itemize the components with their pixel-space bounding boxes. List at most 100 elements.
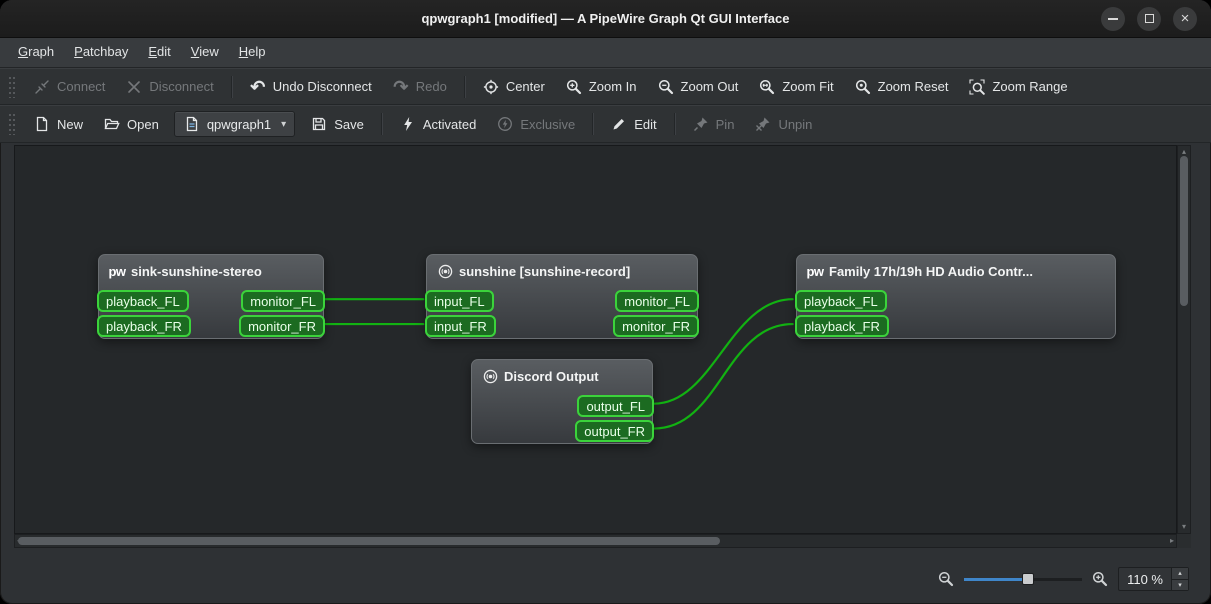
node-sink-sunshine-stereo[interactable]: pw sink-sunshine-stereo playback_FL play…	[97, 254, 325, 339]
port-input-fl[interactable]: input_FL	[425, 290, 494, 312]
port-playback-fr[interactable]: playback_FR	[97, 315, 191, 337]
port-monitor-fl[interactable]: monitor_FL	[241, 290, 325, 312]
edit-button[interactable]: Edit	[601, 111, 665, 137]
maximize-button[interactable]	[1137, 6, 1161, 31]
connect-button[interactable]: Connect	[24, 74, 114, 100]
open-button[interactable]: Open	[94, 111, 168, 137]
zoom-in-icon	[565, 78, 583, 96]
port-input-fr[interactable]: input_FR	[425, 315, 496, 337]
toolbar-drag-handle[interactable]	[8, 75, 16, 98]
port-monitor-fl[interactable]: monitor_FL	[615, 290, 699, 312]
vertical-scrollbar[interactable]: ▴ ▾	[1177, 145, 1191, 534]
zoom-spinbox[interactable]: 110 % ▴ ▾	[1118, 567, 1189, 591]
node-title: Family 17h/19h HD Audio Contr...	[829, 263, 1033, 279]
zoom-out-icon[interactable]	[938, 571, 954, 587]
center-label: Center	[505, 79, 545, 94]
zoom-reset-button[interactable]: Zoom Reset	[845, 74, 958, 100]
center-button[interactable]: Center	[473, 74, 554, 100]
zoom-out-button[interactable]: Zoom Out	[648, 74, 748, 100]
save-button[interactable]: Save	[301, 111, 373, 137]
patchbay-file-icon	[183, 115, 201, 133]
zoom-spin-up-button[interactable]: ▴	[1172, 568, 1188, 579]
node-header: Discord Output	[472, 360, 652, 384]
exclusive-label: Exclusive	[520, 116, 576, 132]
open-label: Open	[127, 116, 159, 132]
port-playback-fr[interactable]: playback_FR	[795, 315, 889, 337]
toolbar-separator	[673, 113, 675, 135]
window-title: qpwgraph1 [modified] — A PipeWire Graph …	[421, 11, 790, 26]
new-label: New	[57, 116, 84, 132]
close-icon: ×	[1180, 10, 1190, 27]
zoom-range-label: Zoom Range	[992, 79, 1068, 94]
port-playback-fl[interactable]: playback_FL	[97, 290, 189, 312]
new-file-icon	[33, 115, 51, 133]
exclusive-button[interactable]: Exclusive	[487, 111, 584, 137]
close-button[interactable]: ×	[1173, 6, 1197, 31]
redo-button[interactable]: ↷ Redo	[383, 74, 456, 100]
scrollbar-corner	[1177, 534, 1191, 548]
undo-disconnect-label: Undo Disconnect	[272, 79, 372, 94]
port-output-fr[interactable]: output_FR	[575, 420, 654, 442]
horizontal-scrollbar-thumb[interactable]	[18, 537, 720, 545]
zoom-slider[interactable]	[964, 571, 1083, 587]
zoom-in-icon[interactable]	[1092, 571, 1108, 587]
zoom-reset-label: Zoom Reset	[877, 79, 949, 94]
toolbar-separator	[230, 75, 232, 98]
scroll-down-icon[interactable]: ▾	[1178, 523, 1190, 531]
zoom-fit-button[interactable]: Zoom Fit	[749, 74, 842, 100]
titlebar[interactable]: qpwgraph1 [modified] — A PipeWire Graph …	[0, 0, 1211, 38]
node-sunshine[interactable]: sunshine [sunshine-record] input_FL inpu…	[425, 254, 699, 339]
unpin-button[interactable]: Unpin	[745, 111, 821, 137]
main-area: pw sink-sunshine-stereo playback_FL play…	[0, 143, 1211, 562]
zoom-fit-label: Zoom Fit	[782, 79, 834, 94]
horizontal-scrollbar[interactable]: ◂ ▸	[14, 534, 1177, 548]
zoom-range-button[interactable]: Zoom Range	[959, 74, 1076, 100]
minimize-button[interactable]	[1101, 6, 1125, 31]
window-controls: ×	[1101, 6, 1197, 31]
redo-icon: ↷	[393, 76, 409, 97]
connections-layer	[324, 298, 794, 430]
node-header: pw sink-sunshine-stereo	[99, 255, 323, 279]
save-label: Save	[334, 116, 364, 132]
scroll-up-icon[interactable]: ▴	[1178, 148, 1190, 156]
pin-button[interactable]: Pin	[683, 111, 744, 137]
unpin-icon	[754, 115, 772, 133]
toolbar-drag-handle[interactable]	[8, 113, 16, 135]
port-monitor-fr[interactable]: monitor_FR	[239, 315, 325, 337]
disconnect-button[interactable]: Disconnect	[116, 74, 222, 100]
toolbar-separator	[463, 75, 465, 98]
patchbay-select-value: qpwgraph1	[206, 116, 272, 132]
zoom-in-button[interactable]: Zoom In	[556, 74, 646, 100]
zoom-in-label: Zoom In	[588, 79, 637, 94]
activated-button[interactable]: Activated	[390, 111, 485, 137]
pipewire-icon: pw	[806, 263, 824, 279]
undo-icon: ↶	[250, 76, 266, 97]
zoom-value[interactable]: 110 %	[1119, 568, 1171, 590]
menu-edit[interactable]: Edit	[138, 38, 180, 67]
pin-label: Pin	[715, 116, 735, 132]
menu-graph[interactable]: Graph	[8, 38, 64, 67]
activated-bolt-icon	[399, 115, 417, 133]
record-icon	[482, 368, 498, 384]
toolbar-separator	[380, 113, 382, 135]
scroll-right-icon[interactable]: ▸	[1170, 537, 1174, 545]
new-button[interactable]: New	[24, 111, 92, 137]
port-playback-fl[interactable]: playback_FL	[795, 290, 887, 312]
zoom-slider-handle[interactable]	[1021, 573, 1034, 585]
menu-patchbay[interactable]: Patchbay	[64, 38, 138, 67]
zoom-spin-down-button[interactable]: ▾	[1172, 579, 1188, 590]
port-output-fl[interactable]: output_FL	[577, 395, 654, 417]
port-monitor-fr[interactable]: monitor_FR	[613, 315, 699, 337]
graph-toolbar: Connect Disconnect ↶ Undo Disconnect ↷ R…	[0, 68, 1211, 105]
node-title: sink-sunshine-stereo	[131, 263, 262, 279]
vertical-scrollbar-thumb[interactable]	[1180, 156, 1188, 306]
menu-help[interactable]: Help	[229, 38, 276, 67]
zoom-out-icon	[657, 78, 675, 96]
graph-canvas[interactable]: pw sink-sunshine-stereo playback_FL play…	[14, 145, 1177, 534]
node-discord-output[interactable]: Discord Output output_FL output_FR	[471, 359, 654, 444]
undo-disconnect-button[interactable]: ↶ Undo Disconnect	[240, 74, 381, 100]
patchbay-select[interactable]: qpwgraph1 ▾	[173, 111, 296, 137]
menu-view[interactable]: View	[181, 38, 229, 67]
wire-output-fr-to-playback-fr[interactable]	[652, 322, 794, 430]
node-family-hd-audio[interactable]: pw Family 17h/19h HD Audio Contr... play…	[795, 254, 1116, 339]
